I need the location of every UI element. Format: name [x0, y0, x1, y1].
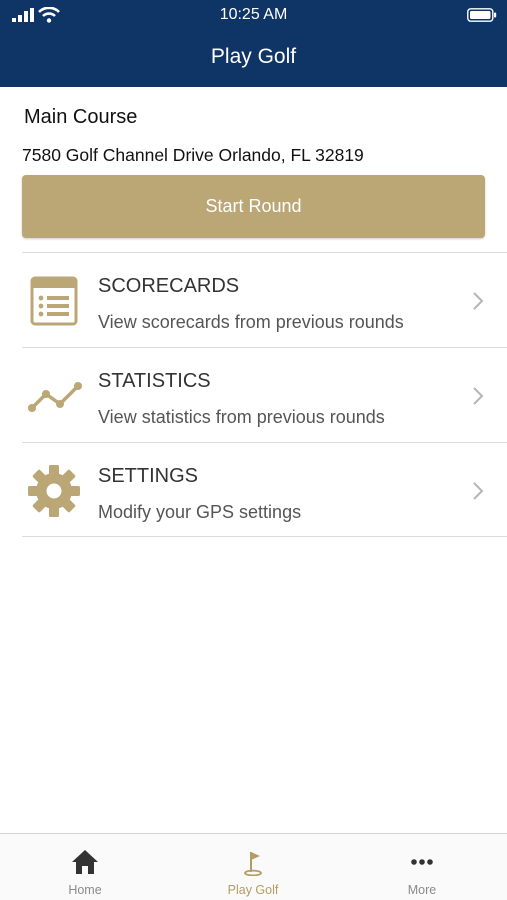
tab-bar: Home Play Golf More: [0, 833, 507, 900]
tab-label: Play Golf: [227, 883, 279, 897]
menu-item-scorecards[interactable]: SCORECARDS View scorecards from previous…: [22, 252, 507, 347]
status-bar: 10:25 AM: [0, 0, 507, 30]
status-time: 10:25 AM: [219, 6, 288, 23]
menu-item-title: STATISTICS: [98, 370, 211, 392]
home-icon: [72, 850, 98, 874]
gear-icon: [28, 465, 80, 517]
tab-home[interactable]: Home: [25, 834, 145, 900]
battery-icon: [467, 8, 497, 22]
course-address: 7580 Golf Channel Drive Orlando, FL 3281…: [22, 145, 364, 165]
menu-item-settings[interactable]: SETTINGS Modify your GPS settings: [22, 442, 507, 537]
chevron-right-icon: [473, 292, 484, 310]
more-icon: [411, 859, 433, 865]
menu-item-title: SETTINGS: [98, 465, 199, 487]
menu-item-subtitle: View statistics from previous rounds: [98, 407, 385, 427]
menu-item-title: SCORECARDS: [98, 275, 240, 297]
page-title: Play Golf: [210, 45, 297, 68]
tab-label: Home: [68, 883, 102, 897]
chevron-right-icon: [473, 482, 484, 500]
menu-list: SCORECARDS View scorecards from previous…: [22, 252, 507, 537]
golf-flag-icon: [244, 852, 262, 876]
menu-item-subtitle: Modify your GPS settings: [98, 502, 302, 522]
menu-item-subtitle: View scorecards from previous rounds: [98, 312, 404, 332]
play-golf-screen: 10:25 AM Play Golf Main Course 7580 Golf…: [0, 0, 507, 900]
tab-play-golf[interactable]: Play Golf: [193, 834, 313, 900]
tab-more[interactable]: More: [362, 834, 482, 900]
menu-item-statistics[interactable]: STATISTICS View statistics from previous…: [22, 347, 507, 442]
chevron-right-icon: [473, 387, 484, 405]
statistics-icon: [28, 382, 82, 412]
course-name: Main Course: [24, 106, 138, 128]
tab-label: More: [407, 883, 437, 897]
scorecard-icon: [30, 276, 78, 326]
header: 10:25 AM Play Golf: [0, 0, 507, 87]
start-round-button[interactable]: Start Round: [22, 175, 485, 238]
